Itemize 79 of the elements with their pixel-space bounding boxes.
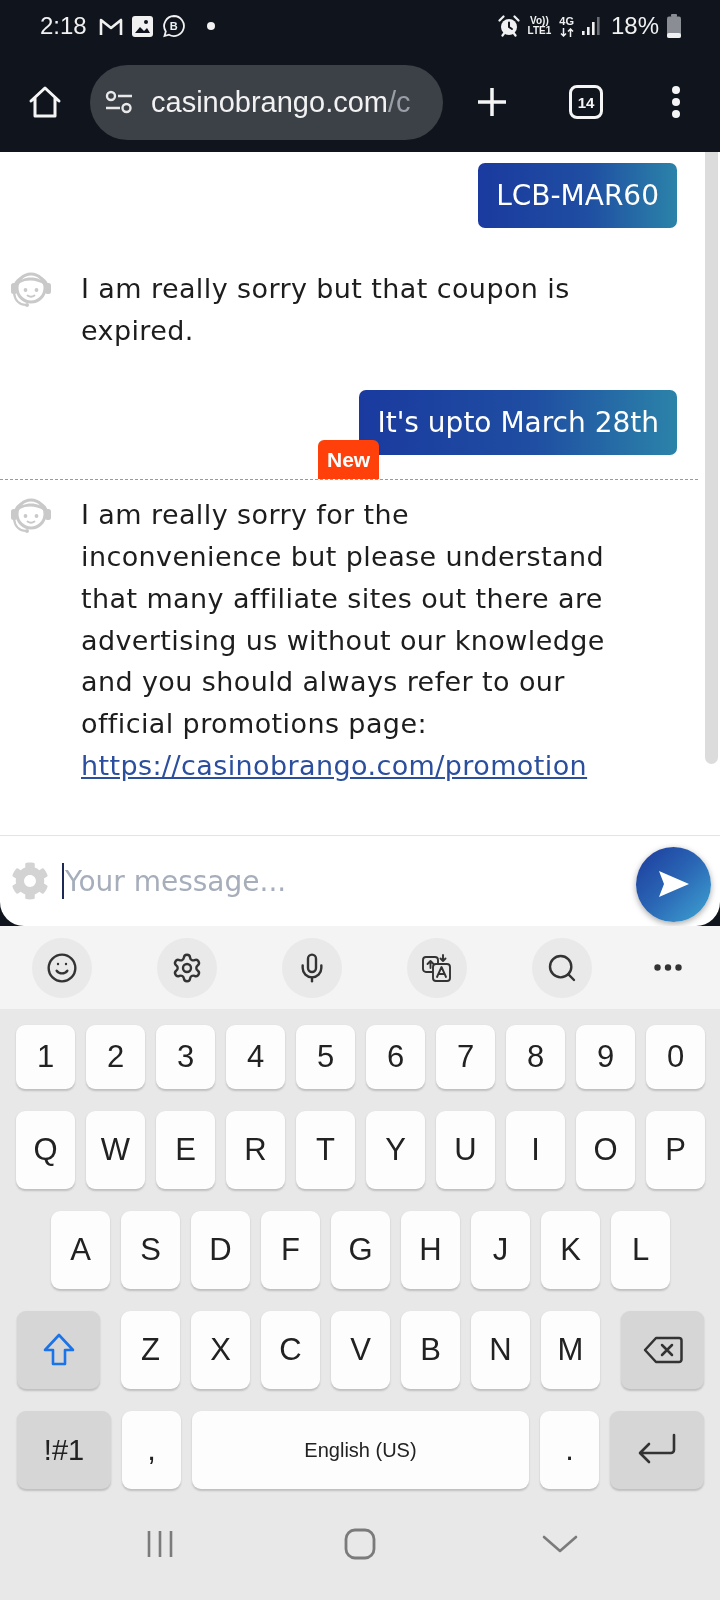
agent-message: I am really sorry but that coupon is expired. [81, 272, 570, 348]
message-input[interactable]: Your message... [64, 864, 636, 898]
key[interactable]: N [471, 1311, 530, 1389]
key[interactable]: H [401, 1211, 460, 1289]
enter-key[interactable] [610, 1411, 704, 1489]
key[interactable]: 4 [226, 1025, 285, 1089]
key[interactable]: B [401, 1311, 460, 1389]
key[interactable]: , [122, 1411, 181, 1489]
key[interactable]: G [331, 1211, 390, 1289]
key[interactable]: 8 [506, 1025, 565, 1089]
text-cursor [62, 863, 64, 899]
battery-percentage: 18% [610, 12, 659, 40]
key[interactable]: J [471, 1211, 530, 1289]
key[interactable]: O [576, 1111, 635, 1189]
scrollbar-thumb[interactable] [705, 152, 718, 764]
user-message: It's upto March 28th [359, 390, 677, 456]
key[interactable]: P [646, 1111, 705, 1189]
signal-bars-icon [581, 17, 600, 35]
key[interactable]: 5 [296, 1025, 355, 1089]
key[interactable]: W [86, 1111, 145, 1189]
key[interactable]: M [541, 1311, 600, 1389]
menu-icon[interactable] [671, 85, 681, 119]
key[interactable]: 2 [86, 1025, 145, 1089]
image-icon [131, 15, 153, 37]
key[interactable]: D [191, 1211, 250, 1289]
key[interactable]: K [541, 1211, 600, 1289]
user-message: LCB-MAR60 [478, 163, 677, 228]
notification-dot-icon [206, 22, 215, 30]
key[interactable]: T [296, 1111, 355, 1189]
key[interactable]: 3 [156, 1025, 215, 1089]
settings-icon [171, 951, 203, 984]
data-arrows-icon [559, 27, 574, 37]
key[interactable]: L [611, 1211, 670, 1289]
volte-indicator: Vo)) LTE1 [527, 16, 552, 36]
chevron-down-icon[interactable] [542, 1533, 578, 1554]
backspace-icon [642, 1336, 683, 1364]
tune-icon[interactable] [105, 90, 133, 114]
shift-key[interactable] [17, 1311, 100, 1389]
alarm-clock-icon [497, 15, 520, 37]
key[interactable]: X [191, 1311, 250, 1389]
key[interactable]: 0 [646, 1025, 705, 1089]
recent-apps-icon[interactable] [146, 1528, 174, 1559]
key[interactable]: S [121, 1211, 180, 1289]
key[interactable]: I [506, 1111, 565, 1189]
send-button[interactable] [636, 846, 711, 922]
key[interactable]: Y [366, 1111, 425, 1189]
symbols-key[interactable]: !#1 [17, 1411, 111, 1489]
key[interactable]: C [261, 1311, 320, 1389]
key[interactable]: . [540, 1411, 599, 1489]
address-bar[interactable]: casinobrango.com/c [90, 64, 443, 140]
key[interactable]: Q [16, 1111, 75, 1189]
key[interactable]: A [51, 1211, 110, 1289]
plus-icon[interactable] [476, 86, 508, 118]
key[interactable]: 9 [576, 1025, 635, 1089]
network-type: 4G [559, 15, 574, 27]
more-icon [654, 964, 682, 971]
link[interactable]: https://casinobrango.com/promotion [81, 749, 588, 781]
key[interactable]: E [156, 1111, 215, 1189]
agent-message: I am really sorry for the inconvenience but please understand that many affiliate sites out there are advertising us without our knowledge and you should always refer to our official promotions page: https://casinobrango.com/promotion [81, 498, 605, 783]
mail-icon [98, 16, 123, 36]
key[interactable]: U [436, 1111, 495, 1189]
url-text: casinobrango.com/c [151, 85, 411, 119]
key[interactable]: R [226, 1111, 285, 1189]
clock-time: 2:18 [40, 12, 87, 40]
send-icon [657, 870, 690, 898]
chat-bubble-icon: B [161, 14, 186, 38]
key[interactable]: Z [121, 1311, 180, 1389]
space-key[interactable]: English (US) [192, 1411, 529, 1489]
translate-icon [421, 951, 453, 984]
battery-icon [667, 14, 681, 38]
backspace-key[interactable] [621, 1311, 704, 1389]
tab-switcher-button[interactable]: 14 [569, 85, 603, 119]
new-badge: New [318, 440, 380, 480]
key[interactable]: 1 [16, 1025, 75, 1089]
key[interactable]: V [331, 1311, 390, 1389]
key[interactable]: 7 [436, 1025, 495, 1089]
key[interactable]: F [261, 1211, 320, 1289]
smile-icon [46, 951, 78, 984]
key[interactable]: 6 [366, 1025, 425, 1089]
